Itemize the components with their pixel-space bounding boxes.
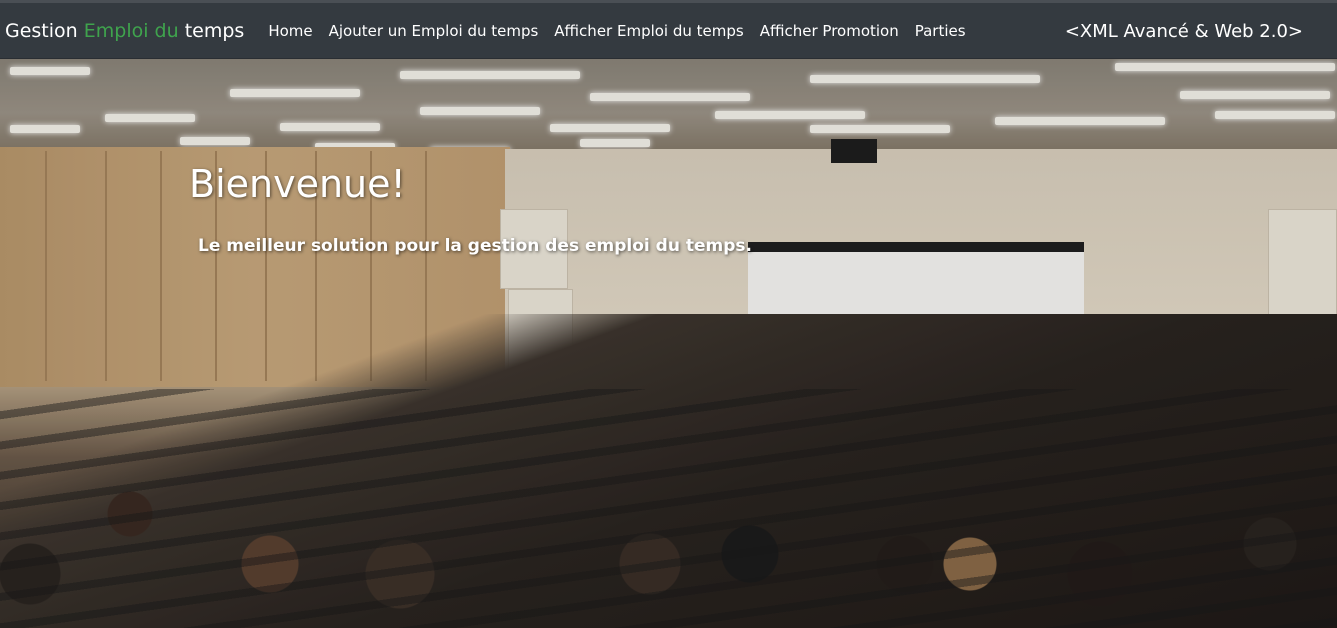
brand-logo-link[interactable]: Gestion Emploi du temps [5,20,244,42]
nav-link-home[interactable]: Home [268,22,312,40]
brand-text-part1: Gestion [5,19,84,42]
brand-text-part2: temps [178,19,245,42]
course-title-text: <XML Avancé & Web 2.0> [1064,20,1303,42]
nav-link-afficher-emploi[interactable]: Afficher Emploi du temps [554,22,743,40]
nav-link-parties[interactable]: Parties [915,22,966,40]
photo-overlay [0,59,1337,628]
brand-text-accent: Emploi du [83,19,179,42]
navbar: Gestion Emploi du temps Home Ajouter un … [0,3,1337,59]
nav-link-afficher-promotion[interactable]: Afficher Promotion [760,22,899,40]
hero-subtitle: Le meilleur solution pour la gestion des… [198,236,752,256]
nav-link-ajouter-emploi[interactable]: Ajouter un Emploi du temps [329,22,539,40]
hero-banner: Bienvenue! Le meilleur solution pour la … [0,59,1337,628]
nav-links: Home Ajouter un Emploi du temps Afficher… [268,22,981,40]
hero-title: Bienvenue! [189,162,406,206]
